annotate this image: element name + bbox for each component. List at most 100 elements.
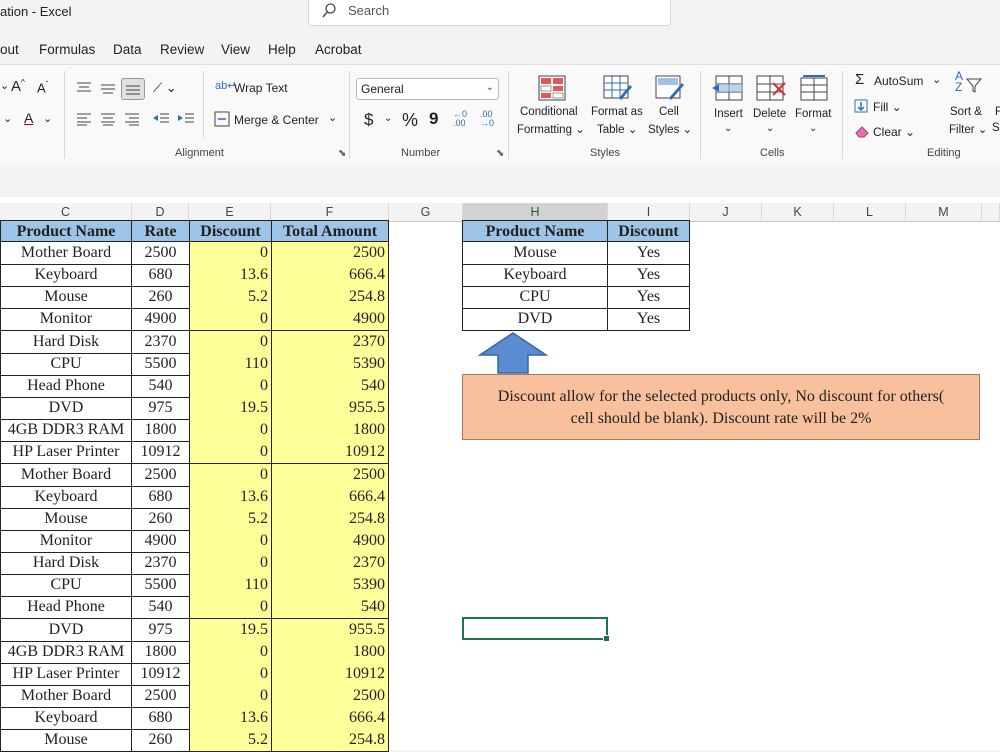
currency-button[interactable]: $: [364, 110, 373, 130]
table-cell[interactable]: 2500: [131, 463, 190, 487]
table-cell[interactable]: 666.4: [271, 264, 389, 288]
table-cell[interactable]: 0: [189, 552, 272, 576]
delete-button[interactable]: Delete: [753, 108, 786, 120]
table-cell[interactable]: 0: [189, 242, 272, 265]
table-cell[interactable]: 110: [189, 352, 272, 376]
table-cell[interactable]: 540: [131, 374, 190, 398]
lookup-cell[interactable]: Yes: [607, 242, 690, 265]
table-cell[interactable]: 0: [189, 529, 272, 553]
table-cell[interactable]: 2370: [131, 330, 190, 354]
table-cell[interactable]: 540: [131, 596, 190, 620]
table-header[interactable]: Total Amount: [271, 220, 389, 242]
table-cell[interactable]: 2500: [131, 685, 190, 708]
shrink-font-button[interactable]: Aˇ: [37, 80, 48, 95]
chevron-down-icon[interactable]: ⌄: [43, 112, 52, 125]
table-cell[interactable]: 10912: [131, 441, 190, 465]
table-cell[interactable]: 10912: [271, 441, 389, 465]
table-cell[interactable]: 5390: [271, 574, 389, 598]
table-cell[interactable]: 0: [189, 662, 272, 686]
format-button[interactable]: Format: [795, 108, 831, 120]
table-cell[interactable]: 540: [271, 596, 389, 620]
table-cell[interactable]: Head Phone: [0, 596, 132, 620]
conditional-formatting-label-1[interactable]: Conditional: [520, 106, 578, 118]
table-cell[interactable]: Keyboard: [0, 485, 132, 509]
chevron-down-icon[interactable]: ⌄: [384, 113, 392, 124]
table-cell[interactable]: 680: [131, 707, 190, 731]
chevron-down-icon[interactable]: ⌄: [724, 123, 732, 134]
table-cell[interactable]: 10912: [271, 662, 389, 686]
table-cell[interactable]: 0: [189, 330, 272, 354]
format-as-table-button[interactable]: Table ⌄: [597, 122, 637, 136]
table-cell[interactable]: 254.8: [271, 507, 389, 531]
merge-center-button[interactable]: Merge & Center: [234, 113, 319, 127]
table-cell[interactable]: 13.6: [189, 264, 272, 288]
table-cell[interactable]: 260: [131, 729, 190, 752]
table-cell[interactable]: 0: [189, 374, 272, 398]
percent-button[interactable]: %: [402, 110, 418, 131]
table-cell[interactable]: 0: [189, 441, 272, 465]
tab-review[interactable]: Review: [160, 42, 204, 57]
fill-button[interactable]: Fill ⌄: [873, 100, 902, 114]
table-cell[interactable]: 0: [189, 640, 272, 664]
table-cell[interactable]: Mother Board: [0, 685, 132, 708]
dropdown-chevron[interactable]: ⌄: [0, 79, 9, 92]
lookup-cell[interactable]: Yes: [607, 286, 690, 310]
column-header-m[interactable]: M: [906, 203, 982, 222]
table-cell[interactable]: 975: [131, 618, 190, 642]
table-cell[interactable]: 5390: [271, 352, 389, 376]
table-cell[interactable]: 260: [131, 286, 190, 310]
lookup-cell[interactable]: CPU: [462, 286, 608, 310]
find-select-label[interactable]: F: [995, 106, 1000, 118]
lookup-cell[interactable]: Keyboard: [462, 264, 608, 288]
table-cell[interactable]: Hard Disk: [0, 330, 132, 354]
table-cell[interactable]: 2370: [131, 552, 190, 576]
table-cell[interactable]: 0: [189, 596, 272, 620]
table-cell[interactable]: 0: [189, 463, 272, 487]
table-cell[interactable]: 4GB DDR3 RAM: [0, 419, 132, 443]
table-cell[interactable]: 0: [189, 419, 272, 443]
search-box[interactable]: Search: [308, 0, 671, 26]
tab-page-layout[interactable]: out: [0, 42, 19, 57]
format-as-table-label-1[interactable]: Format as: [591, 106, 643, 118]
table-cell[interactable]: 110: [189, 574, 272, 598]
table-cell[interactable]: 13.6: [189, 485, 272, 509]
table-cell[interactable]: 5500: [131, 574, 190, 598]
table-cell[interactable]: 2500: [271, 685, 389, 708]
table-cell[interactable]: 4900: [131, 529, 190, 553]
table-cell[interactable]: 1800: [271, 640, 389, 664]
table-cell[interactable]: 2500: [131, 242, 190, 265]
font-color-button[interactable]: A: [24, 110, 33, 126]
column-header-j[interactable]: J: [690, 203, 762, 222]
column-header-n[interactable]: [982, 203, 1000, 222]
table-cell[interactable]: 1800: [131, 419, 190, 443]
table-cell[interactable]: 1800: [271, 419, 389, 443]
table-cell[interactable]: Mouse: [0, 729, 132, 752]
table-cell[interactable]: 5.2: [189, 729, 272, 752]
table-cell[interactable]: DVD: [0, 397, 132, 421]
lookup-cell[interactable]: DVD: [462, 308, 608, 332]
table-cell[interactable]: DVD: [0, 618, 132, 642]
align-top-icon[interactable]: [76, 81, 92, 95]
sort-filter-label-1[interactable]: Sort &: [950, 106, 982, 118]
lookup-header[interactable]: Product Name: [462, 220, 608, 242]
chevron-down-icon[interactable]: ⌄: [766, 123, 774, 134]
chevron-down-icon[interactable]: ⌄: [809, 123, 817, 134]
tab-data[interactable]: Data: [113, 42, 142, 57]
tab-formulas[interactable]: Formulas: [39, 42, 95, 57]
increase-decimal-icon[interactable]: ←0.00: [453, 110, 467, 128]
tab-acrobat[interactable]: Acrobat: [315, 42, 362, 57]
table-cell[interactable]: 2370: [271, 552, 389, 576]
number-format-select[interactable]: General ⌄: [356, 78, 499, 100]
table-header[interactable]: Discount: [189, 220, 272, 242]
table-cell[interactable]: HP Laser Printer: [0, 441, 132, 465]
table-cell[interactable]: 254.8: [271, 729, 389, 752]
table-cell[interactable]: HP Laser Printer: [0, 662, 132, 686]
table-cell[interactable]: 4GB DDR3 RAM: [0, 640, 132, 664]
align-center-icon[interactable]: [100, 112, 116, 126]
active-cell-selection[interactable]: [462, 617, 610, 642]
insert-button[interactable]: Insert: [714, 108, 743, 120]
table-cell[interactable]: Mouse: [0, 507, 132, 531]
column-header-g[interactable]: G: [389, 203, 463, 222]
decrease-indent-icon[interactable]: [152, 112, 170, 126]
cell-styles-button[interactable]: Styles ⌄: [648, 122, 692, 136]
